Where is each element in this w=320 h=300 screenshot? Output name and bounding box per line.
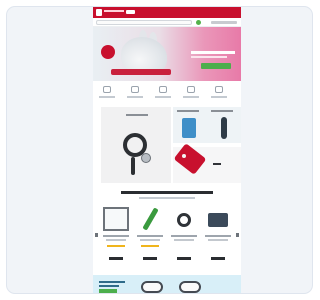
usp-item <box>99 86 115 100</box>
usp-label <box>99 96 115 98</box>
carousel-next-icon[interactable] <box>236 233 239 237</box>
monitor-icon <box>182 118 196 138</box>
rating-stars <box>141 245 159 247</box>
screenshot-card <box>6 6 313 294</box>
product-price <box>143 257 157 260</box>
product-name <box>171 235 197 237</box>
usp-item <box>211 86 227 100</box>
brand-logo-wordmark[interactable] <box>104 10 124 12</box>
shop-badge[interactable] <box>126 10 135 14</box>
hero-sale-badge <box>101 45 115 59</box>
stethoscope-icon <box>179 281 201 293</box>
usp-item <box>127 86 143 100</box>
promo-headline <box>99 285 119 287</box>
webshop-homepage <box>93 7 241 293</box>
usp-item <box>183 86 199 100</box>
search-icon[interactable] <box>196 20 201 25</box>
category-tile-clippers[interactable] <box>207 147 241 183</box>
x-ray-viewer-icon <box>103 207 129 231</box>
usp-label <box>211 96 227 98</box>
product-name <box>103 235 129 237</box>
promo-cta-button[interactable] <box>99 289 117 293</box>
promo-banner[interactable] <box>93 275 241 293</box>
hero-banner[interactable] <box>93 27 241 81</box>
category-label <box>177 110 199 112</box>
product-name <box>208 239 228 241</box>
usp-label <box>183 96 199 98</box>
rating-stars <box>107 245 125 247</box>
hero-subheadline <box>191 56 227 58</box>
cart-icon[interactable] <box>211 21 237 24</box>
syringe-icon <box>137 207 163 231</box>
product-price <box>211 257 225 260</box>
clipper-icon <box>213 163 221 165</box>
promo-headline <box>99 281 125 283</box>
product-price <box>109 257 123 260</box>
hero-cta-button[interactable] <box>201 63 231 69</box>
product-name <box>106 239 126 241</box>
product-name <box>174 239 194 241</box>
pulse-oximeter-icon <box>171 207 197 231</box>
usp-item <box>155 86 171 100</box>
stethoscope-chestpiece <box>141 153 151 163</box>
category-label <box>126 114 148 116</box>
usp-label <box>155 96 171 98</box>
category-tile-stethoscopes[interactable] <box>101 107 171 183</box>
search-bar <box>93 18 241 27</box>
product-card[interactable] <box>101 205 131 269</box>
infusion-pump-icon <box>205 207 231 231</box>
category-grid <box>93 107 241 185</box>
return-icon <box>215 86 223 93</box>
product-card[interactable] <box>203 205 233 269</box>
phone-icon <box>159 86 167 93</box>
shield-icon <box>131 86 139 93</box>
product-name <box>137 235 163 237</box>
thermometer-icon <box>221 117 227 139</box>
bestsellers-heading <box>121 191 213 194</box>
top-header-bar <box>93 7 241 18</box>
product-card[interactable] <box>135 205 165 269</box>
category-label <box>211 110 233 112</box>
exam-mat <box>111 69 171 75</box>
bestsellers-subheading <box>139 197 195 199</box>
search-input[interactable] <box>96 20 192 25</box>
hero-headline <box>191 51 235 54</box>
blood-pressure-cuff-icon <box>141 281 163 293</box>
product-price <box>177 257 191 260</box>
category-tile-thermometers[interactable] <box>207 107 241 143</box>
category-tile-monitors[interactable] <box>173 107 207 143</box>
brand-logo-icon[interactable] <box>96 9 102 16</box>
usp-label <box>127 96 143 98</box>
carousel-prev-icon[interactable] <box>95 233 98 237</box>
product-card[interactable] <box>169 205 199 269</box>
usp-row <box>93 83 241 103</box>
stethoscope-tube <box>131 157 135 175</box>
truck-icon <box>103 86 111 93</box>
product-name <box>140 239 160 241</box>
medal-icon <box>187 86 195 93</box>
product-name <box>205 235 231 237</box>
price-tag-hole <box>182 154 186 158</box>
